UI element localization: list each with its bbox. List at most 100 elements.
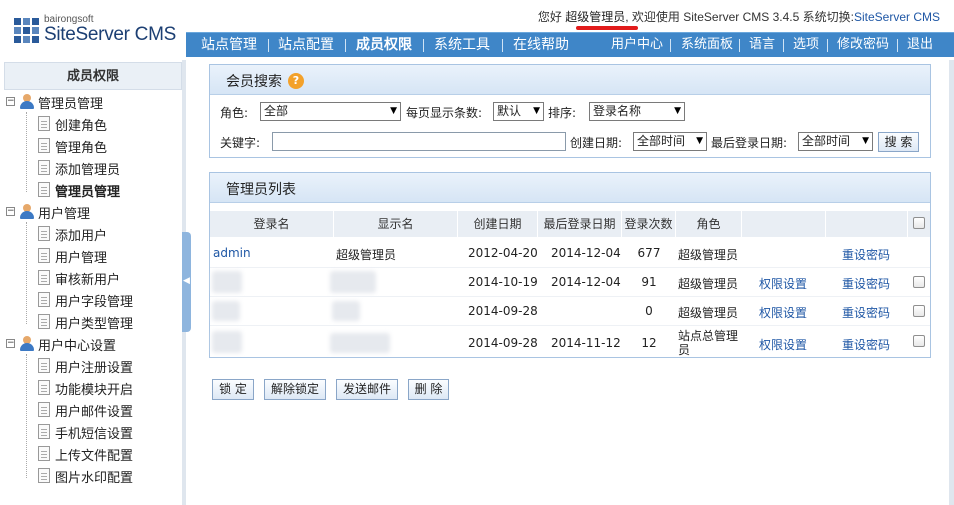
row-checkbox[interactable] — [913, 305, 925, 317]
sidebar: 成员权限 − 管理员管理 创建角色 管理角色 添加管理员 管理员管理 − 用户管… — [0, 60, 186, 505]
col-last-login: 最后登录日期 — [538, 211, 622, 237]
created-date: 2012-04-20 — [468, 246, 538, 260]
select-all-checkbox[interactable] — [913, 217, 925, 229]
logo-grid-icon — [14, 18, 40, 44]
role: 站点总管理员 — [678, 329, 739, 357]
user-icon — [20, 94, 34, 109]
last-login-date: 2014-12-04 — [551, 275, 621, 289]
search-button[interactable]: 搜 索 — [878, 132, 919, 152]
reset-password-link[interactable]: 重设密码 — [842, 246, 890, 263]
role-label: 角色: — [220, 106, 249, 120]
login-count: 677 — [637, 246, 661, 260]
row-checkbox[interactable] — [913, 276, 925, 288]
user-highlight-mark — [576, 26, 638, 30]
row-checkbox[interactable] — [913, 335, 925, 347]
nav-system-panel[interactable]: 系统面板 — [681, 33, 733, 58]
nav-online-help[interactable]: 在线帮助 — [513, 33, 569, 58]
created-date: 2014-10-19 — [468, 275, 538, 289]
delete-button[interactable]: 删 除 — [408, 379, 449, 400]
created-date: 2014-09-28 — [468, 336, 538, 350]
dropdown-arrow-icon: ▼ — [390, 106, 397, 116]
col-permission — [742, 211, 826, 237]
login-name[interactable]: admin — [213, 246, 251, 260]
nav-divider — [502, 39, 503, 52]
document-icon — [38, 116, 50, 131]
nav-system-tools[interactable]: 系统工具 — [434, 33, 490, 58]
permission-settings-link[interactable]: 权限设置 — [759, 275, 807, 292]
right-frame-edge — [949, 60, 954, 505]
redacted-login-name — [212, 271, 242, 293]
collapse-toggle-icon[interactable]: − — [6, 97, 15, 106]
system-switch-link[interactable]: SiteServer CMS — [854, 10, 940, 24]
document-icon — [38, 248, 50, 263]
pagesize-select[interactable]: 默认 ▼ — [493, 102, 544, 121]
col-login-count: 登录次数 — [622, 211, 676, 237]
nav-language[interactable]: 语言 — [749, 33, 775, 58]
send-email-button[interactable]: 发送邮件 — [336, 379, 398, 400]
redacted-display-name — [330, 271, 376, 293]
last-login-date: 2014-11-12 — [551, 336, 621, 350]
last-login-date: 2014-12-04 — [551, 246, 621, 260]
nav-divider — [345, 39, 346, 52]
current-user[interactable]: 超级管理员, — [565, 10, 628, 24]
created-date-select[interactable]: 全部时间 ▼ — [633, 132, 707, 151]
product-version: SiteServer CMS 3.4.5 — [683, 10, 800, 24]
greeting-hello: 您好 — [537, 10, 562, 24]
reset-password-link[interactable]: 重设密码 — [842, 304, 890, 321]
document-icon — [38, 380, 50, 395]
nav-user-center[interactable]: 用户中心 — [611, 33, 663, 58]
dropdown-arrow-icon: ▼ — [862, 136, 869, 146]
document-icon — [38, 424, 50, 439]
role: 超级管理员 — [678, 306, 739, 320]
main-nav: 站点管理 站点配置 成员权限 系统工具 在线帮助 用户中心 系统面板 语言 选项… — [186, 32, 954, 57]
nav-change-password[interactable]: 修改密码 — [837, 33, 889, 58]
login-count: 12 — [641, 336, 657, 350]
user-icon — [20, 336, 34, 351]
redacted-display-name — [330, 333, 390, 353]
document-icon — [38, 292, 50, 307]
sidebar-collapse-handle[interactable]: ◀ — [182, 232, 191, 332]
nav-options[interactable]: 选项 — [793, 33, 819, 58]
siteserver-logo[interactable]: bairongsoft SiteServer CMS — [12, 14, 187, 48]
redacted-login-name — [212, 301, 240, 321]
document-icon — [38, 182, 50, 197]
login-count: 0 — [645, 304, 653, 318]
lock-button[interactable]: 锁 定 — [212, 379, 254, 400]
order-select[interactable]: 登录名称 ▼ — [589, 102, 685, 121]
collapse-toggle-icon[interactable]: − — [6, 339, 15, 348]
dropdown-arrow-icon: ▼ — [674, 106, 681, 116]
document-icon — [38, 446, 50, 461]
search-panel-header: 会员搜索 ? — [210, 65, 930, 95]
nav-divider — [423, 39, 424, 52]
collapse-arrow-icon: ◀ — [183, 276, 190, 286]
nav-site-management[interactable]: 站点管理 — [201, 33, 257, 58]
permission-settings-link[interactable]: 权限设置 — [759, 304, 807, 321]
list-panel-header: 管理员列表 — [210, 173, 930, 203]
dropdown-arrow-icon: ▼ — [696, 136, 703, 146]
document-icon — [38, 468, 50, 483]
collapse-toggle-icon[interactable]: − — [6, 207, 15, 216]
list-panel-title: 管理员列表 — [226, 182, 296, 198]
nav-site-config[interactable]: 站点配置 — [278, 33, 334, 58]
reset-password-link[interactable]: 重设密码 — [842, 336, 890, 353]
nav-member-permissions[interactable]: 成员权限 — [356, 33, 412, 58]
role-select[interactable]: 全部 ▼ — [260, 102, 401, 121]
permission-settings-link[interactable]: 权限设置 — [759, 336, 807, 353]
logo-product-name: SiteServer CMS — [44, 24, 177, 45]
document-icon — [38, 270, 50, 285]
greeting-bar: 您好 超级管理员, 欢迎使用 SiteServer CMS 3.4.5 系统切换… — [538, 8, 940, 25]
nav-divider — [670, 39, 671, 52]
help-icon[interactable]: ? — [288, 73, 304, 89]
unlock-button[interactable]: 解除锁定 — [264, 379, 326, 400]
display-name: 超级管理员 — [336, 248, 397, 262]
nav-divider — [897, 39, 898, 52]
user-icon — [20, 204, 34, 219]
reset-password-link[interactable]: 重设密码 — [842, 275, 890, 292]
created-date: 2014-09-28 — [468, 304, 538, 318]
nav-logout[interactable]: 退出 — [907, 33, 933, 58]
last-login-label: 最后登录日期: — [711, 136, 788, 150]
keyword-input[interactable] — [272, 132, 566, 151]
last-login-select[interactable]: 全部时间 ▼ — [798, 132, 873, 151]
document-icon — [38, 138, 50, 153]
dropdown-arrow-icon: ▼ — [533, 106, 540, 116]
